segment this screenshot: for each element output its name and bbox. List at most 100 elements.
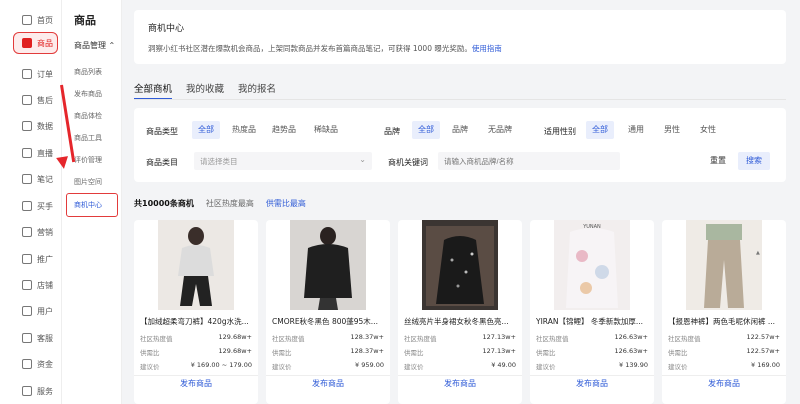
nav-item-products[interactable]: 商品 bbox=[13, 32, 58, 54]
product-card[interactable]: YUNAN YIRAN【锦鲤】 冬季新款加厚... 社区热度值 126.63w+ … bbox=[530, 220, 654, 404]
gender-all-chip[interactable]: 全部 bbox=[586, 121, 614, 139]
nav-label: 资金 bbox=[37, 359, 53, 369]
product-card[interactable]: CMORE秋冬黑色 800蓬95木... 社区热度值 128.37w+ 供需比 12… bbox=[266, 220, 390, 404]
gender-female-chip[interactable]: 女性 bbox=[694, 121, 722, 139]
heat-label: 社区热度值 bbox=[140, 335, 173, 343]
price-row: 建议价 ¥ 959.00 bbox=[272, 361, 384, 371]
live-icon bbox=[22, 148, 32, 158]
nav-item-store[interactable]: 店铺 bbox=[10, 274, 56, 296]
nav-item-service[interactable]: 客服 bbox=[10, 327, 56, 349]
price-label: 建议价 bbox=[140, 363, 160, 371]
submenu-item-reviews[interactable]: 评价管理 bbox=[74, 155, 102, 165]
ratio-label: 供需比 bbox=[140, 349, 160, 357]
heat-value: 126.63w+ bbox=[614, 333, 648, 341]
nav-item-buyer[interactable]: 买手 bbox=[10, 195, 56, 217]
brand-none-chip[interactable]: 无品牌 bbox=[482, 121, 518, 139]
card-divider bbox=[398, 375, 522, 376]
tab-favorites[interactable]: 我的收藏 bbox=[186, 78, 224, 100]
nav-item-users[interactable]: 用户 bbox=[10, 300, 56, 322]
heat-value: 122.57w+ bbox=[746, 333, 780, 341]
ratio-row: 供需比 129.68w+ bbox=[140, 347, 252, 357]
gender-unisex-chip[interactable]: 通用 bbox=[622, 121, 650, 139]
price-value: ¥ 959.00 bbox=[355, 361, 384, 369]
publish-button[interactable]: 发布商品 bbox=[266, 378, 390, 389]
product-image: YUNAN bbox=[554, 220, 630, 310]
nav-label: 服务 bbox=[37, 386, 53, 396]
tab-all-opportunities[interactable]: 全部商机 bbox=[134, 78, 173, 100]
category-label: 商品类目 bbox=[146, 158, 178, 167]
product-type-label: 商品类型 bbox=[146, 127, 178, 136]
brand-brand-chip[interactable]: 品牌 bbox=[446, 121, 474, 139]
nav-item-services[interactable]: 服务 bbox=[10, 380, 56, 402]
ratio-label: 供需比 bbox=[272, 349, 292, 357]
brand-all-chip[interactable]: 全部 bbox=[412, 121, 440, 139]
sort-heat[interactable]: 社区热度最高 bbox=[206, 198, 254, 209]
image-brand-text: YUNAN bbox=[582, 224, 601, 230]
type-trend-chip[interactable]: 趋势品 bbox=[266, 121, 302, 139]
nav-item-notes[interactable]: 笔记 bbox=[10, 168, 56, 190]
user-icon bbox=[22, 306, 32, 316]
product-card[interactable]: ▲ 【报恩神裤】两色毛呢休闲裤 ... 社区热度值 122.57w+ 供需比 122… bbox=[662, 220, 786, 404]
nav-item-orders[interactable]: 订单 bbox=[10, 63, 56, 85]
heat-row: 社区热度值 127.13w+ bbox=[404, 333, 516, 343]
publish-button[interactable]: 发布商品 bbox=[134, 378, 258, 389]
nav-item-home[interactable]: 首页 bbox=[10, 9, 56, 31]
nav-item-promotion[interactable]: 推广 bbox=[10, 248, 56, 270]
nav-item-funds[interactable]: 资金 bbox=[10, 353, 56, 375]
tab-registrations[interactable]: 我的报名 bbox=[238, 78, 276, 100]
card-divider bbox=[530, 375, 654, 376]
sort-ratio[interactable]: 供需比最高 bbox=[266, 198, 306, 209]
publish-button[interactable]: 发布商品 bbox=[530, 378, 654, 389]
product-card[interactable]: 丝绒亮片半身裙女秋冬黑色亮... 社区热度值 127.13w+ 供需比 127.13… bbox=[398, 220, 522, 404]
nav-label: 笔记 bbox=[37, 174, 53, 184]
ratio-row: 供需比 127.13w+ bbox=[404, 347, 516, 357]
gender-male-chip[interactable]: 男性 bbox=[658, 121, 686, 139]
type-all-chip[interactable]: 全部 bbox=[192, 121, 220, 139]
submenu-item-tools[interactable]: 商品工具 bbox=[74, 133, 102, 143]
aftersale-icon bbox=[22, 95, 32, 105]
type-hot-chip[interactable]: 热度品 bbox=[226, 121, 262, 139]
submenu-group-product-management[interactable]: 商品管理 ⌃ bbox=[74, 40, 115, 51]
nav-item-marketing[interactable]: 营销 bbox=[10, 221, 56, 243]
card-title: 丝绒亮片半身裙女秋冬黑色亮... bbox=[404, 317, 509, 326]
banner-description: 洞察小红书社区潜在爆款机会商品，上架同款商品并发布首篇商品笔记，可获得 1000… bbox=[148, 43, 772, 54]
heart-icon bbox=[22, 386, 32, 396]
reset-button[interactable]: 重置 bbox=[704, 152, 732, 170]
price-label: 建议价 bbox=[272, 363, 292, 371]
nav-item-aftersale[interactable]: 售后 bbox=[10, 89, 56, 111]
banner-title: 商机中心 bbox=[148, 24, 185, 34]
nav-item-data[interactable]: 数据 bbox=[10, 115, 56, 137]
product-card[interactable]: 【加绒超柔弯刀裤】420g水洗... 社区热度值 129.68w+ 供需比 129.… bbox=[134, 220, 258, 404]
nav-label: 数据 bbox=[37, 121, 53, 131]
submenu-item-images[interactable]: 图片空间 bbox=[74, 177, 102, 187]
price-label: 建议价 bbox=[668, 363, 688, 371]
total-count: 共10000条商机 bbox=[134, 199, 194, 208]
ratio-row: 供需比 128.37w+ bbox=[272, 347, 384, 357]
nav-label: 推广 bbox=[37, 254, 53, 264]
heat-label: 社区热度值 bbox=[668, 335, 701, 343]
guide-link[interactable]: 使用指南 bbox=[472, 44, 502, 53]
price-row: 建议价 ¥ 169.00 ~ 179.00 bbox=[140, 361, 252, 371]
price-value: ¥ 139.90 bbox=[619, 361, 648, 369]
nav-label: 首页 bbox=[37, 15, 53, 25]
submenu-item-checkup[interactable]: 商品体检 bbox=[74, 111, 102, 121]
ratio-value: 127.13w+ bbox=[482, 347, 516, 355]
type-rare-chip[interactable]: 稀缺品 bbox=[308, 121, 344, 139]
product-image bbox=[158, 220, 234, 310]
nav-label: 用户 bbox=[37, 306, 53, 316]
nav-label: 售后 bbox=[37, 95, 53, 105]
publish-button[interactable]: 发布商品 bbox=[662, 378, 786, 389]
ratio-value: 126.63w+ bbox=[614, 347, 648, 355]
category-select[interactable]: 请选择类目 ⌄ bbox=[194, 152, 372, 170]
submenu-item-product-list[interactable]: 商品列表 bbox=[74, 67, 102, 77]
heat-row: 社区热度值 122.57w+ bbox=[668, 333, 780, 343]
submenu-item-publish[interactable]: 发布商品 bbox=[74, 89, 102, 99]
ratio-row: 供需比 122.57w+ bbox=[668, 347, 780, 357]
submenu-title: 商品 bbox=[74, 14, 96, 27]
nav-item-live[interactable]: 直播 bbox=[10, 142, 56, 164]
keyword-input[interactable] bbox=[438, 152, 620, 170]
search-button[interactable]: 搜索 bbox=[738, 152, 770, 170]
publish-button[interactable]: 发布商品 bbox=[398, 378, 522, 389]
nav-label: 店铺 bbox=[37, 280, 53, 290]
ratio-value: 129.68w+ bbox=[218, 347, 252, 355]
